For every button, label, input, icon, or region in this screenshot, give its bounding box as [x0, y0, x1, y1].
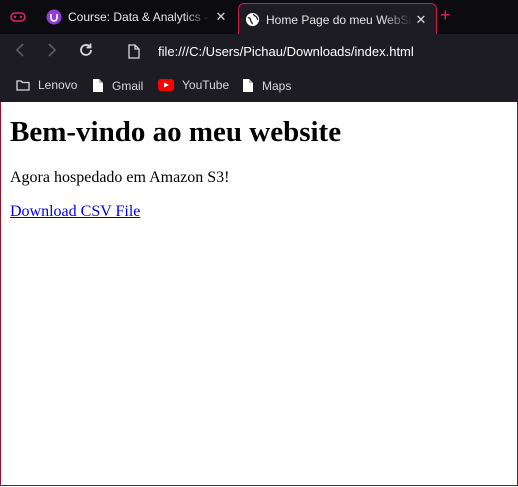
bookmark-label: Maps	[262, 78, 292, 93]
bookmark-gmail[interactable]: Gmail	[92, 78, 143, 93]
bookmark-lenovo[interactable]: Lenovo	[16, 78, 77, 92]
bookmark-label: YouTube	[182, 78, 230, 92]
course-icon	[46, 9, 62, 25]
page-content: Bem-vindo ao meu website Agora hospedado…	[10, 104, 341, 221]
address-bar[interactable]: file:///C:/Users/Pichau/Downloads/index.…	[158, 44, 414, 59]
page-icon[interactable]	[128, 44, 140, 64]
back-icon[interactable]	[14, 43, 26, 62]
close-icon[interactable]: ✕	[412, 12, 430, 28]
tab-title: Home Page do meu WebSite	[266, 12, 412, 27]
page-heading: Bem-vindo ao meu website	[10, 116, 342, 148]
bookmark-label: Lenovo	[38, 78, 78, 92]
forward-icon[interactable]	[46, 43, 58, 62]
folder-icon	[16, 80, 30, 91]
bookmark-label: Gmail	[112, 78, 144, 93]
tab-title: Course: Data & Analytics - I	[68, 10, 212, 24]
bookmarks-bar: Lenovo Gmail YouTube Maps	[0, 70, 518, 102]
tab-bar: Course: Data & Analytics - I ✕ Home Page…	[0, 0, 518, 35]
tab-course[interactable]: Course: Data & Analytics - I ✕	[38, 0, 236, 34]
new-tab-button[interactable]: +	[440, 5, 451, 26]
bookmark-maps[interactable]: Maps	[242, 78, 291, 93]
page-icon	[93, 79, 103, 92]
close-icon[interactable]: ✕	[212, 9, 230, 25]
page-icon	[243, 79, 253, 92]
toolbar: file:///C:/Users/Pichau/Downloads/index.…	[0, 34, 518, 70]
youtube-icon	[158, 79, 174, 91]
gamepad-icon	[10, 12, 26, 22]
download-csv-link[interactable]: Download CSV File	[10, 203, 341, 221]
tab-home-page[interactable]: Home Page do meu WebSite ✕	[238, 3, 437, 35]
bookmark-youtube[interactable]: YouTube	[158, 78, 229, 92]
reload-icon[interactable]	[78, 42, 94, 63]
page-text: Agora hospedado em Amazon S3!	[10, 169, 230, 186]
gx-control-tab[interactable]	[0, 0, 36, 34]
globe-icon	[245, 12, 260, 27]
